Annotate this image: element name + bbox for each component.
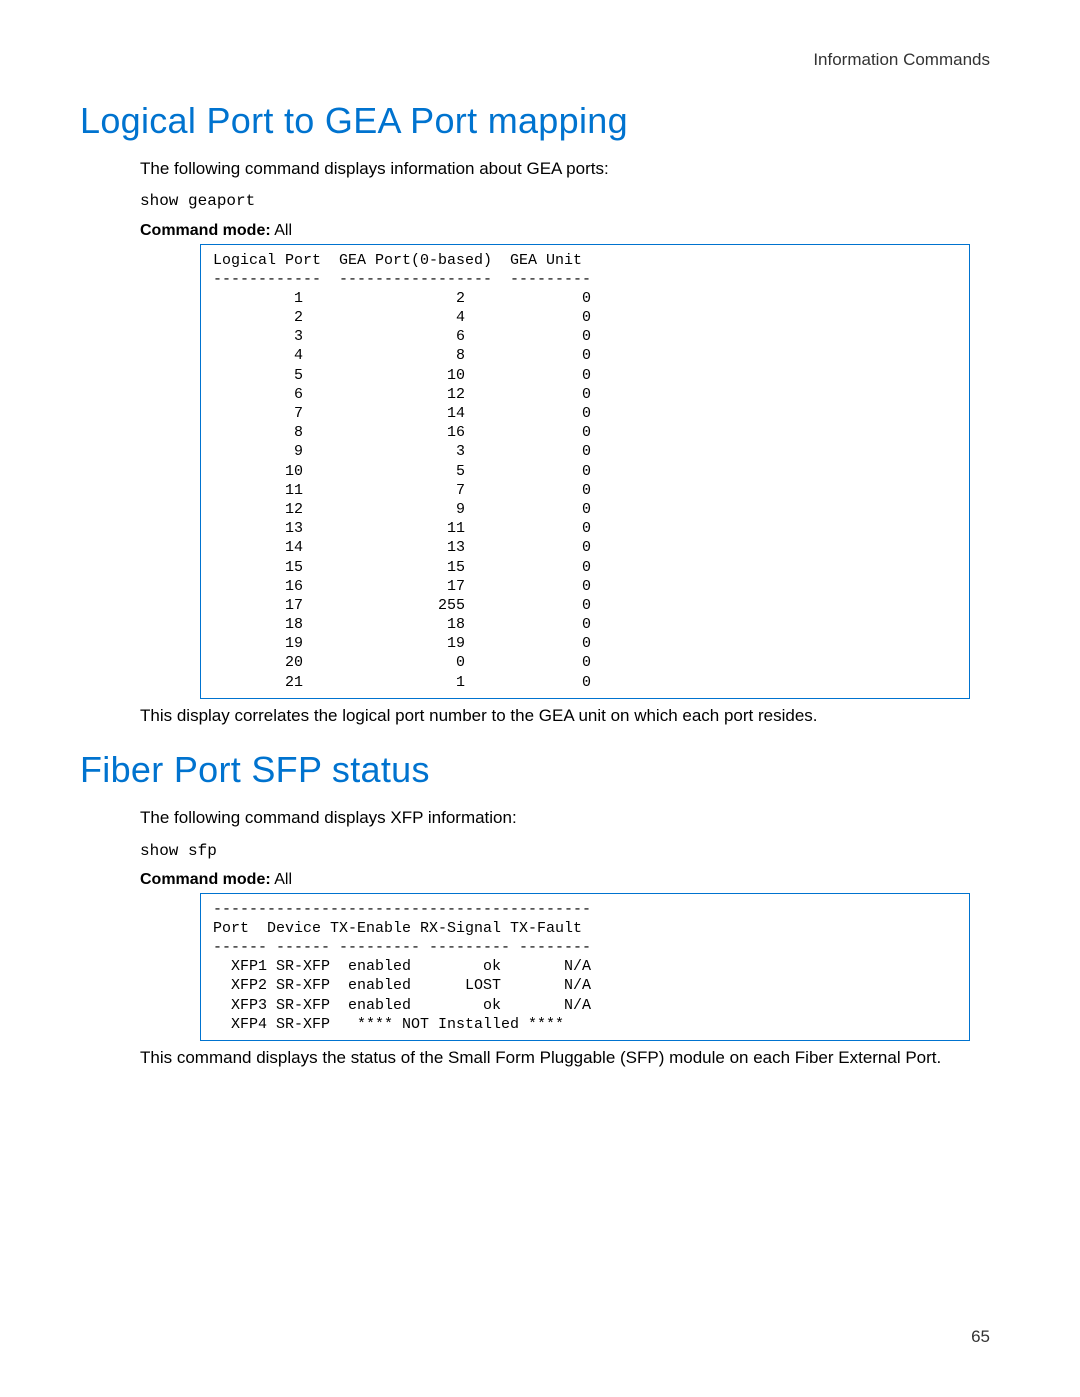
- gea-output-box: Logical Port GEA Port(0-based) GEA Unit …: [200, 244, 970, 699]
- header-right: Information Commands: [80, 50, 990, 70]
- page: Information Commands Logical Port to GEA…: [0, 0, 1080, 1397]
- sfp-mode-label: Command mode:: [140, 871, 271, 888]
- sfp-intro: The following command displays XFP infor…: [140, 805, 1000, 831]
- sfp-command-mode: Command mode: All: [140, 871, 1000, 889]
- sfp-command: show sfp: [140, 840, 1000, 863]
- gea-command-mode: Command mode: All: [140, 222, 1000, 240]
- section-title-gea: Logical Port to GEA Port mapping: [80, 100, 1000, 142]
- sfp-mode-value: All: [271, 871, 292, 888]
- gea-intro: The following command displays informati…: [140, 156, 1000, 182]
- gea-mode-value: All: [271, 222, 292, 239]
- gea-command: show geaport: [140, 190, 1000, 213]
- gea-mode-label: Command mode:: [140, 222, 271, 239]
- gea-footer: This display correlates the logical port…: [140, 703, 1000, 729]
- section-title-sfp: Fiber Port SFP status: [80, 749, 1000, 791]
- sfp-footer: This command displays the status of the …: [140, 1045, 1000, 1071]
- sfp-output-box: ----------------------------------------…: [200, 893, 970, 1041]
- page-number: 65: [971, 1327, 990, 1347]
